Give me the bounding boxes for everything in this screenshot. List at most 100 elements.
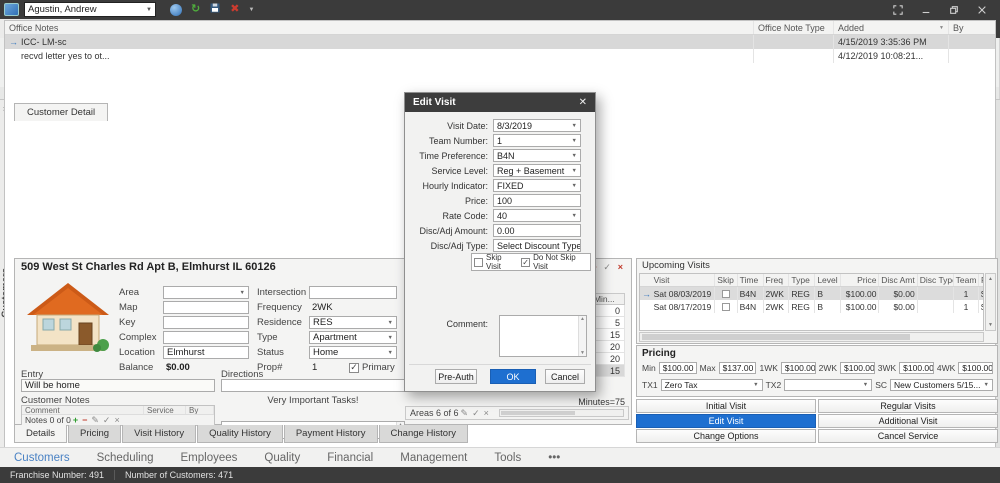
edit-icon[interactable]: ✎ [461, 408, 469, 419]
price-field[interactable]: 100 [493, 194, 581, 207]
horizontal-scrollbar[interactable] [639, 332, 984, 342]
bottom-tab[interactable]: Change History [379, 425, 468, 443]
ok-button[interactable]: OK [490, 369, 536, 384]
column-header: Price [841, 274, 879, 286]
confirm-icon[interactable]: ✓ [103, 415, 111, 426]
bottom-tab[interactable]: Pricing [68, 425, 121, 443]
visit-action-button[interactable]: Regular Visits [818, 399, 998, 413]
skip-checkbox[interactable] [722, 290, 730, 298]
bottom-nav-item[interactable]: Employees [181, 452, 238, 464]
close-icon[interactable]: ✕ [579, 97, 587, 108]
bottom-tab[interactable]: Quality History [197, 425, 283, 443]
bottom-nav-item[interactable]: Financial [327, 452, 373, 464]
detail-tab[interactable]: Customer Detail [14, 103, 108, 121]
wk2-price-field[interactable]: $100.00 [840, 362, 875, 374]
restore-button[interactable] [948, 4, 960, 16]
max-price-field[interactable]: $137.00 [719, 362, 757, 374]
bottom-nav-item[interactable]: Scheduling [97, 452, 154, 464]
bottom-tab[interactable]: Visit History [122, 425, 196, 443]
upcoming-visit-row[interactable]: → Sat 08/17/2019 B4N 2WK REG B $100.00 $… [640, 300, 983, 313]
time-preference-select[interactable]: B4N [493, 149, 581, 162]
type-select[interactable]: Apartment [309, 331, 397, 344]
service-level-select[interactable]: Reg + Basement [493, 164, 581, 177]
bottom-nav-item[interactable]: Tools [494, 452, 521, 464]
intersection-field[interactable] [309, 286, 397, 299]
upcoming-visits-header: Visit Skip Time Freq Type Level Price Di… [640, 274, 983, 287]
directions-field[interactable] [221, 379, 405, 392]
textarea-scrollbar[interactable]: ▲▼ [578, 316, 586, 356]
cancel-icon[interactable]: × [114, 415, 119, 425]
type-label: Type [257, 332, 309, 343]
time-preference-label: Time Preference: [405, 151, 493, 161]
customer-selector[interactable]: Agustin, Andrew [24, 2, 156, 17]
skip-visit-checkbox[interactable] [474, 258, 483, 267]
toolbar-more-icon[interactable]: ▼ [248, 7, 254, 13]
comment-textarea[interactable]: ▲▼ [499, 315, 587, 357]
area-select[interactable] [163, 286, 249, 299]
confirm-area-icon[interactable]: ✓ [603, 262, 611, 272]
wk4-price-field[interactable]: $100.00 [958, 362, 993, 374]
pre-auth-button[interactable]: Pre-Auth [435, 369, 477, 384]
team-number-label: Team Number: [405, 136, 493, 146]
cancel-icon[interactable]: × [484, 408, 489, 418]
add-icon[interactable]: + [73, 415, 78, 425]
tax1-select[interactable]: Zero Tax [661, 379, 763, 391]
tax2-select[interactable] [784, 379, 872, 391]
location-field[interactable]: Elmhurst [163, 346, 249, 359]
bottom-tab[interactable]: Details [14, 425, 67, 443]
min-price-field[interactable]: $100.00 [659, 362, 697, 374]
visit-action-button[interactable]: Change Options [636, 429, 816, 443]
wk1-price-field[interactable]: $100.00 [781, 362, 816, 374]
remove-icon[interactable]: − [82, 415, 87, 425]
residence-select[interactable]: RES [309, 316, 397, 329]
rate-code-select[interactable]: 40 [493, 209, 581, 222]
complex-field[interactable] [163, 331, 249, 344]
office-note-row[interactable]: →ICC- LM-sc 4/15/2019 3:35:36 PM [5, 35, 995, 49]
intersection-label: Intersection [257, 287, 309, 298]
wk3-price-field[interactable]: $100.00 [899, 362, 934, 374]
cancel-button[interactable]: Cancel [545, 369, 585, 384]
navigate-icon[interactable] [170, 4, 182, 16]
hourly-indicator-select[interactable]: FIXED [493, 179, 581, 192]
visit-action-button[interactable]: Additional Visit [818, 414, 998, 428]
bottom-nav-item[interactable]: Management [400, 452, 467, 464]
bottom-nav-item[interactable]: Quality [264, 452, 300, 464]
upcoming-visits-panel: Upcoming Visits Visit Skip Time Freq Typ… [636, 258, 998, 344]
office-note-row[interactable]: →recvd letter yes to ot... 4/12/2019 10:… [5, 49, 995, 63]
visit-action-button[interactable]: Edit Visit [636, 414, 816, 428]
confirm-icon[interactable]: ✓ [472, 408, 480, 419]
refresh-icon[interactable]: ↻ [191, 4, 200, 15]
key-field[interactable] [163, 316, 249, 329]
cancel-area-icon[interactable]: × [618, 262, 623, 272]
disc-amount-field[interactable]: 0.00 [493, 224, 581, 237]
skip-checkbox[interactable] [722, 303, 730, 311]
close-button[interactable] [976, 4, 988, 16]
entry-field[interactable]: Will be home [21, 379, 215, 392]
visit-date-select[interactable]: 8/3/2019 [493, 119, 581, 132]
minimize-button[interactable] [920, 4, 932, 16]
bottom-nav-item[interactable]: Customers [14, 452, 70, 464]
do-not-skip-label: Do Not Skip Visit [533, 253, 588, 271]
bottom-tab[interactable]: Payment History [284, 425, 378, 443]
visit-action-button[interactable]: Cancel Service [818, 429, 998, 443]
team-number-select[interactable]: 1 [493, 134, 581, 147]
fullscreen-button[interactable] [892, 4, 904, 16]
save-icon[interactable] [209, 2, 221, 17]
column-header: Team [954, 274, 979, 286]
vertical-scrollbar[interactable]: ▲▼ [985, 273, 996, 331]
edit-icon[interactable]: ✎ [91, 415, 99, 426]
disc-amount-label: Disc/Adj Amount: [405, 226, 493, 236]
areas-scrollbar[interactable] [499, 409, 624, 417]
disc-type-select[interactable]: Select Discount Type [493, 239, 581, 252]
comment-label: Comment: [405, 319, 493, 329]
visit-action-button[interactable]: Initial Visit [636, 399, 816, 413]
status-select[interactable]: Home [309, 346, 397, 359]
service-charge-select[interactable]: New Customers 5/15... [890, 379, 993, 391]
bottom-nav-item[interactable]: ••• [548, 452, 560, 464]
do-not-skip-checkbox[interactable]: ✓ [521, 258, 530, 267]
map-field[interactable] [163, 301, 249, 314]
upcoming-visit-row[interactable]: → Sat 08/03/2019 B4N 2WK REG B $100.00 $… [640, 287, 983, 300]
dialog-titlebar: Edit Visit ✕ [405, 93, 595, 112]
delete-icon[interactable]: ✖ [230, 4, 239, 15]
primary-checkbox[interactable]: ✓ [349, 363, 359, 373]
